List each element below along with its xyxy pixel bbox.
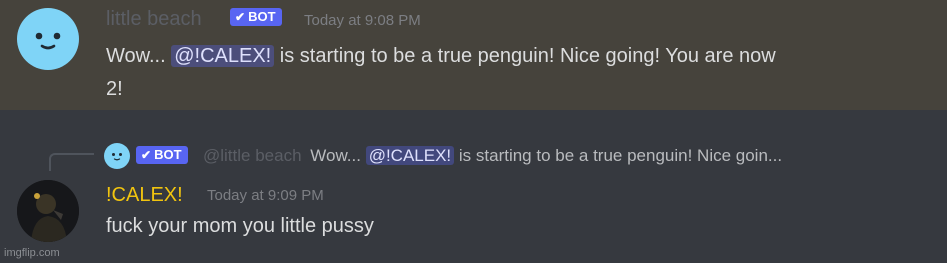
message-author[interactable]: !CALEX! [106, 184, 183, 206]
smiley-icon [35, 32, 61, 50]
bot-badge-label: BOT [154, 147, 182, 162]
user-mention[interactable]: @!CALEX! [365, 146, 455, 165]
message-content: Wow... @!CALEX! is starting to be a true… [106, 40, 926, 106]
bot-badge-label: BOT [248, 9, 276, 24]
message-text: fuck your mom you little pussy [106, 215, 374, 237]
user-photo-icon [17, 180, 79, 242]
checkmark-icon: ✔ [141, 148, 152, 162]
message-highlighted: little beach ✔ BOT Today at 9:08 PM Wow..… [0, 0, 947, 110]
user-mention[interactable]: @!CALEX! [171, 45, 275, 67]
message-timestamp[interactable]: Today at 9:08 PM [304, 12, 421, 30]
message-text: Wow... [106, 45, 166, 67]
message-author[interactable]: little beach [106, 8, 202, 30]
user-avatar[interactable] [17, 180, 79, 242]
checkmark-icon: ✔ [235, 10, 246, 24]
message-timestamp[interactable]: Today at 9:09 PM [207, 187, 324, 205]
bot-avatar[interactable] [17, 8, 79, 70]
smiley-icon [112, 153, 122, 161]
bot-badge: ✔ BOT [230, 8, 282, 26]
reply-preview[interactable]: @little beach Wow... @!CALEX! is startin… [203, 144, 782, 168]
reply-bot-badge: ✔ BOT [136, 146, 188, 164]
reply-avatar[interactable] [104, 143, 130, 169]
message-content: fuck your mom you little pussy [106, 210, 926, 243]
reply-text: Wow... [310, 146, 361, 165]
message-text: is starting to be a true penguin! Nice g… [279, 45, 776, 67]
watermark: imgflip.com [4, 247, 60, 259]
reply-author[interactable]: @little beach [203, 146, 302, 165]
reply-connector [49, 153, 94, 171]
message-text: 2! [106, 78, 123, 100]
reply-text: is starting to be a true penguin! Nice g… [458, 146, 783, 165]
